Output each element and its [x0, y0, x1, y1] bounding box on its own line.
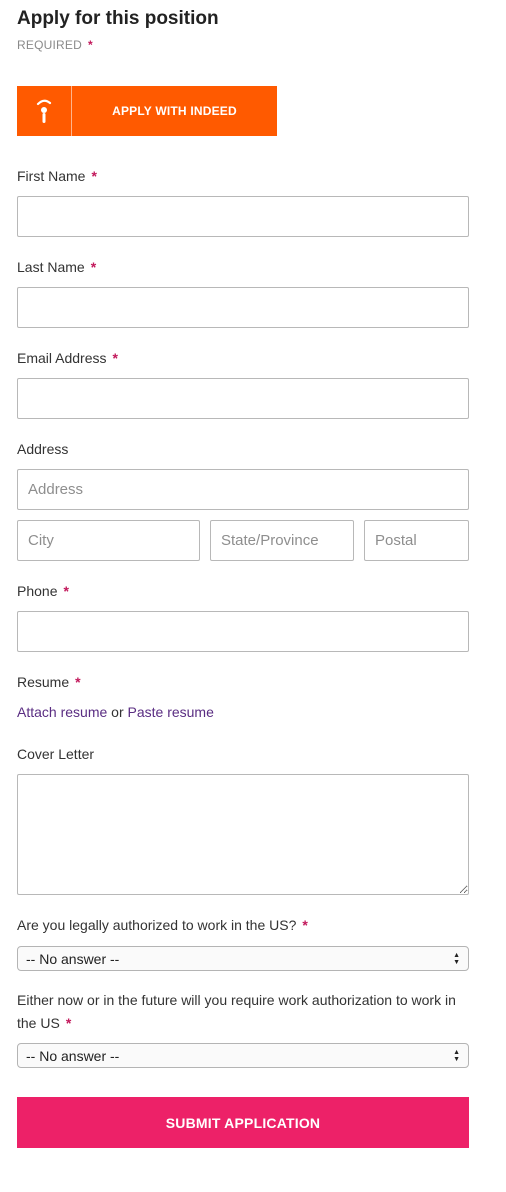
postal-input[interactable]	[364, 520, 469, 561]
select-arrows-icon: ▲ ▼	[453, 1048, 460, 1063]
last-name-label: Last Name *	[17, 259, 96, 275]
cover-letter-label: Cover Letter	[17, 746, 95, 762]
required-star: *	[90, 259, 97, 275]
required-star: *	[65, 1015, 72, 1031]
resume-options: Attach resume or Paste resume	[17, 704, 214, 720]
apply-with-indeed-button[interactable]: APPLY WITH INDEED	[17, 86, 277, 136]
address-label: Address	[17, 441, 69, 457]
indeed-button-label: APPLY WITH INDEED	[112, 104, 237, 118]
question-text: Either now or in the future will you req…	[17, 992, 456, 1031]
email-input[interactable]	[17, 378, 469, 419]
submit-application-button[interactable]: SUBMIT APPLICATION	[17, 1097, 469, 1148]
required-star: *	[91, 168, 97, 184]
required-star: *	[302, 917, 308, 933]
sponsorship-select[interactable]: -- No answer -- ▲ ▼	[17, 1043, 469, 1068]
required-star: *	[87, 38, 93, 52]
select-arrows-icon: ▲ ▼	[453, 951, 460, 966]
phone-label: Phone *	[17, 583, 69, 599]
form-title: Apply for this position	[17, 8, 219, 29]
required-note: REQUIRED *	[17, 38, 93, 52]
address-input[interactable]	[17, 469, 469, 510]
required-label: REQUIRED	[17, 38, 82, 52]
resume-label: Resume *	[17, 674, 81, 690]
required-star: *	[75, 674, 81, 690]
first-name-label: First Name *	[17, 168, 97, 184]
cover-letter-textarea[interactable]	[17, 774, 469, 895]
or-text: or	[111, 704, 124, 720]
city-input[interactable]	[17, 520, 200, 561]
phone-label-text: Phone	[17, 583, 58, 599]
first-name-input[interactable]	[17, 196, 469, 237]
paste-resume-link[interactable]: Paste resume	[128, 704, 214, 720]
email-label-text: Email Address	[17, 350, 107, 366]
first-name-label-text: First Name	[17, 168, 86, 184]
attach-resume-link[interactable]: Attach resume	[17, 704, 107, 720]
selected-option: -- No answer --	[26, 1047, 120, 1064]
work-authorization-select[interactable]: -- No answer -- ▲ ▼	[17, 946, 469, 971]
indeed-logo-icon	[17, 86, 72, 136]
required-star: *	[112, 350, 118, 366]
required-star: *	[63, 583, 69, 599]
email-label: Email Address *	[17, 350, 118, 366]
phone-input[interactable]	[17, 611, 469, 652]
resume-label-text: Resume	[17, 674, 70, 690]
sponsorship-question: Either now or in the future will you req…	[17, 989, 457, 1035]
last-name-label-text: Last Name	[17, 259, 85, 275]
work-authorization-question: Are you legally authorized to work in th…	[17, 914, 457, 937]
last-name-input[interactable]	[17, 287, 469, 328]
selected-option: -- No answer --	[26, 950, 120, 967]
question-text: Are you legally authorized to work in th…	[17, 917, 297, 933]
state-province-input[interactable]	[210, 520, 354, 561]
